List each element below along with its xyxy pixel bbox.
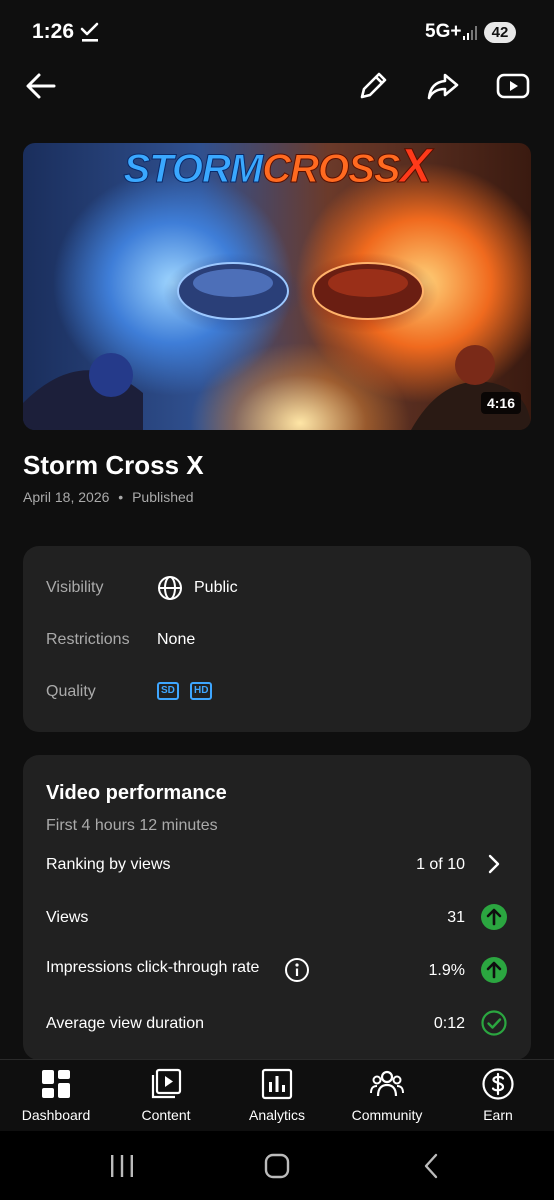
meta-separator: • xyxy=(118,489,124,505)
nav-content-label: Content xyxy=(141,1107,191,1123)
performance-title: Video performance xyxy=(46,782,227,804)
download-done-icon xyxy=(80,22,99,42)
ctr-label: Impressions click-through rate xyxy=(46,959,260,976)
views-value: 31 xyxy=(447,909,465,926)
sd-badge: SD xyxy=(157,682,179,700)
content-icon xyxy=(151,1068,182,1099)
system-back-icon[interactable] xyxy=(420,1152,444,1180)
globe-icon xyxy=(158,576,182,600)
performance-subtitle: First 4 hours 12 minutes xyxy=(46,817,218,834)
community-icon xyxy=(370,1070,404,1097)
recent-apps-icon[interactable] xyxy=(108,1153,136,1179)
nav-earn-label: Earn xyxy=(483,1107,513,1123)
dashboard-icon xyxy=(42,1070,70,1098)
publish-status: Published xyxy=(132,489,194,505)
ranking-value: 1 of 10 xyxy=(416,856,465,873)
arrow-up-icon xyxy=(481,957,507,983)
views-label: Views xyxy=(46,909,89,926)
quality-label: Quality xyxy=(46,683,96,700)
avg-duration-label: Average view duration xyxy=(46,1015,205,1032)
nav-community[interactable]: Community xyxy=(337,1067,437,1123)
nav-dashboard[interactable]: Dashboard xyxy=(6,1067,106,1123)
youtube-icon[interactable] xyxy=(496,69,530,103)
nav-analytics-label: Analytics xyxy=(248,1107,306,1123)
restrictions-value[interactable]: None xyxy=(157,631,195,649)
analytics-icon xyxy=(261,1068,293,1100)
nav-analytics[interactable]: Analytics xyxy=(227,1067,327,1123)
nav-dashboard-label: Dashboard xyxy=(21,1107,91,1123)
pencil-icon[interactable] xyxy=(356,69,390,103)
video-title: Storm Cross X xyxy=(23,450,204,480)
video-meta: April 18, 2026 • Published xyxy=(23,489,194,505)
avg-duration-value: 0:12 xyxy=(433,1015,465,1032)
visibility-value[interactable]: Public xyxy=(194,579,238,597)
ctr-value: 1.9% xyxy=(428,962,465,979)
arrow-up-icon xyxy=(481,904,507,930)
info-icon[interactable] xyxy=(284,957,310,983)
signal-icon xyxy=(463,26,477,40)
status-time: 1:26 xyxy=(32,20,75,43)
publish-date: April 18, 2026 xyxy=(23,489,110,505)
ranking-label: Ranking by views xyxy=(46,856,171,873)
video-thumbnail[interactable]: STORMCROSSX 4:16 xyxy=(23,143,531,430)
restrictions-label: Restrictions xyxy=(46,631,130,648)
nav-content[interactable]: Content xyxy=(116,1067,216,1123)
back-arrow-icon[interactable] xyxy=(24,69,58,103)
nav-earn[interactable]: Earn xyxy=(448,1067,548,1123)
thumbnail-artwork xyxy=(23,262,531,430)
network-indicator: 5G+ xyxy=(425,21,462,42)
hd-badge: HD xyxy=(190,682,213,700)
chevron-right-icon[interactable] xyxy=(484,852,504,876)
battery-badge: 42 xyxy=(484,22,516,43)
video-duration: 4:16 xyxy=(480,392,521,414)
check-circle-icon xyxy=(481,1010,507,1036)
share-icon[interactable] xyxy=(426,69,460,103)
visibility-label: Visibility xyxy=(46,579,104,596)
nav-community-label: Community xyxy=(351,1107,423,1123)
dollar-icon xyxy=(482,1068,514,1100)
home-icon[interactable] xyxy=(263,1152,291,1180)
